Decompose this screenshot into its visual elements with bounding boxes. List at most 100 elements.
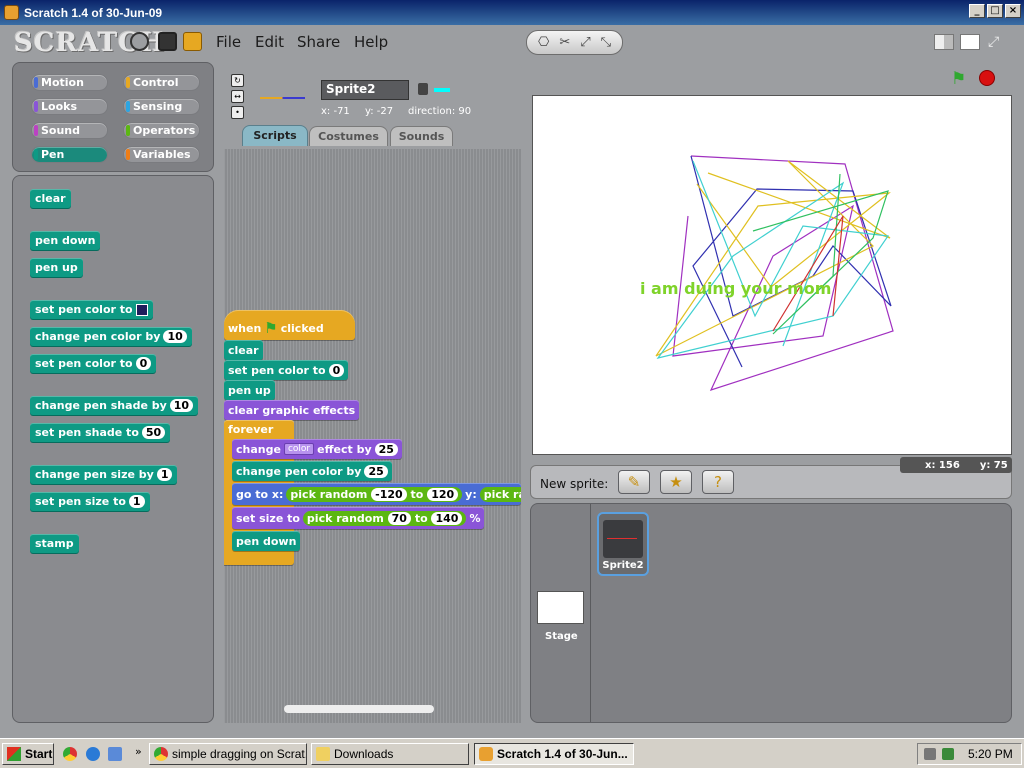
grow-icon[interactable]: ⤢	[580, 36, 590, 49]
palette-stamp[interactable]: stamp	[30, 534, 79, 553]
menu-help[interactable]: Help	[354, 33, 388, 51]
script-clear[interactable]: clear	[224, 340, 263, 360]
sprite-list: Sprite2 Stage	[530, 503, 1012, 723]
shrink-icon[interactable]: ⤡	[601, 36, 611, 49]
script-pen-up[interactable]: pen up	[224, 380, 275, 400]
start-button[interactable]: Start	[2, 743, 54, 765]
palette-pen-up[interactable]: pen up	[30, 258, 83, 277]
script-set-size[interactable]: set size to pick random 70 to 140 %	[232, 507, 485, 529]
pen-color-indicator	[434, 88, 450, 92]
no-rotate-icon[interactable]: •	[231, 106, 244, 119]
sprite-name-field[interactable]: Sprite2	[321, 80, 409, 100]
script-go-to-xy[interactable]: go to x: pick random -120 to 120 y: pick…	[232, 483, 521, 505]
script-when-flag-clicked[interactable]: when ⚑ clicked	[224, 310, 355, 340]
menu-edit[interactable]: Edit	[255, 33, 284, 51]
sprite-y: y: -27	[365, 106, 394, 117]
mouse-coordinates: x: 156 y: 75	[900, 457, 1012, 473]
palette-pen-down[interactable]: pen down	[30, 231, 101, 250]
share-house-icon[interactable]	[183, 32, 202, 51]
scratch-cat-icon	[4, 5, 19, 20]
script-change-effect[interactable]: change color effect by 25	[232, 439, 402, 459]
script-clear-graphic-effects[interactable]: clear graphic effects	[224, 400, 360, 420]
presentation-mode-icon[interactable]: ⤢	[988, 34, 1008, 50]
task-downloads[interactable]: Downloads	[311, 743, 469, 765]
palette-set-pen-color-swatch[interactable]: set pen color to	[30, 300, 153, 319]
stage-thumbnail[interactable]	[537, 591, 584, 624]
normal-stage-icon[interactable]	[960, 34, 980, 50]
category-panel: Motion Control Looks Sensing Sound Opera…	[12, 62, 214, 172]
category-color-strip	[126, 77, 130, 88]
script-set-pen-color[interactable]: set pen color to 0	[224, 360, 349, 380]
maximize-button[interactable]: □	[987, 4, 1003, 18]
tab-sounds[interactable]: Sounds	[390, 126, 453, 146]
pick-random-x[interactable]: pick random -120 to 120	[286, 486, 463, 502]
category-color-strip	[126, 125, 130, 136]
minimize-button[interactable]: _	[969, 4, 985, 18]
ie-icon[interactable]	[86, 747, 100, 761]
menu-file[interactable]: File	[216, 33, 241, 51]
choose-sprite-file-button[interactable]: ★	[660, 470, 692, 494]
sprite2-thumbnail	[603, 520, 643, 558]
palette-change-pen-shade[interactable]: change pen shade by 10	[30, 396, 199, 415]
palette-set-pen-color-num[interactable]: set pen color to 0	[30, 354, 157, 373]
tab-costumes[interactable]: Costumes	[309, 126, 388, 146]
cursor-tool-bar: ⎔ ✂ ⤢ ⤡	[526, 30, 623, 55]
windows-taskbar: Start » simple dragging on Scrat... Down…	[0, 738, 1024, 768]
green-flag-icon: ⚑	[264, 319, 278, 337]
desktop-icon[interactable]	[108, 747, 122, 761]
category-operators[interactable]: Operators	[123, 122, 200, 139]
chrome-icon[interactable]	[63, 747, 77, 761]
task-scratch[interactable]: Scratch 1.4 of 30-Jun...	[474, 743, 634, 765]
category-color-strip	[34, 101, 38, 112]
tray-printer-icon[interactable]	[924, 748, 936, 760]
sprite-direction: direction: 90	[408, 106, 472, 117]
delete-scissors-icon[interactable]: ✂	[559, 36, 570, 49]
effect-dropdown[interactable]: color	[283, 443, 315, 455]
tab-scripts[interactable]: Scripts	[242, 125, 308, 146]
category-sensing[interactable]: Sensing	[123, 98, 200, 115]
window-title: Scratch 1.4 of 30-Jun-09	[24, 5, 163, 20]
category-control[interactable]: Control	[123, 74, 200, 91]
save-disk-icon[interactable]	[158, 32, 177, 51]
paint-new-sprite-button[interactable]: ✎	[618, 470, 650, 494]
category-motion[interactable]: Motion	[31, 74, 108, 91]
green-flag-button[interactable]: ⚑	[951, 69, 966, 89]
scripts-scrollbar[interactable]	[284, 705, 434, 713]
sprite-tile-sprite2[interactable]: Sprite2	[597, 512, 649, 576]
category-sound[interactable]: Sound	[31, 122, 108, 139]
palette-change-pen-color[interactable]: change pen color by 10	[30, 327, 192, 346]
stage-label: Stage	[545, 631, 578, 642]
color-swatch[interactable]	[135, 303, 148, 316]
tray-app-icon[interactable]	[942, 748, 954, 760]
system-tray: 5:20 PM	[917, 743, 1022, 765]
category-pen[interactable]: Pen	[31, 146, 108, 163]
stop-button[interactable]	[979, 70, 995, 86]
menu-share[interactable]: Share	[297, 33, 340, 51]
scripts-area[interactable]: when ⚑ clicked clear set pen color to 0 pen…	[224, 149, 521, 723]
folder-icon	[316, 747, 330, 761]
category-looks[interactable]: Looks	[31, 98, 108, 115]
duplicate-stamp-icon[interactable]: ⎔	[538, 36, 549, 49]
palette-set-pen-shade[interactable]: set pen shade to 50	[30, 423, 171, 442]
stage-text: i am duing your mom	[640, 279, 832, 298]
random-sprite-button[interactable]: ?	[702, 470, 734, 494]
script-change-pen-color[interactable]: change pen color by 25	[232, 461, 392, 481]
window-titlebar: Scratch 1.4 of 30-Jun-09 _ □ ×	[0, 0, 1024, 25]
pick-random-y[interactable]: pick ra	[479, 486, 521, 502]
close-button[interactable]: ×	[1005, 4, 1021, 18]
chevron-icon[interactable]: »	[135, 745, 142, 758]
left-right-flip-icon[interactable]: ↔	[231, 90, 244, 103]
script-pen-down[interactable]: pen down	[232, 531, 301, 551]
pick-random-size[interactable]: pick random 70 to 140	[302, 510, 467, 526]
block-palette: clear pen down pen up set pen color to c…	[12, 175, 214, 723]
small-stage-icon[interactable]	[934, 34, 954, 50]
palette-clear[interactable]: clear	[30, 189, 71, 208]
language-globe-icon[interactable]	[130, 32, 149, 51]
palette-set-pen-size[interactable]: set pen size to 1	[30, 492, 150, 511]
category-variables[interactable]: Variables	[123, 146, 200, 163]
lock-icon[interactable]	[418, 83, 428, 95]
stage[interactable]: i am duing your mom	[532, 95, 1012, 455]
palette-change-pen-size[interactable]: change pen size by 1	[30, 465, 178, 484]
task-chrome[interactable]: simple dragging on Scrat...	[149, 743, 307, 765]
rotate-freely-icon[interactable]: ↻	[231, 74, 244, 87]
